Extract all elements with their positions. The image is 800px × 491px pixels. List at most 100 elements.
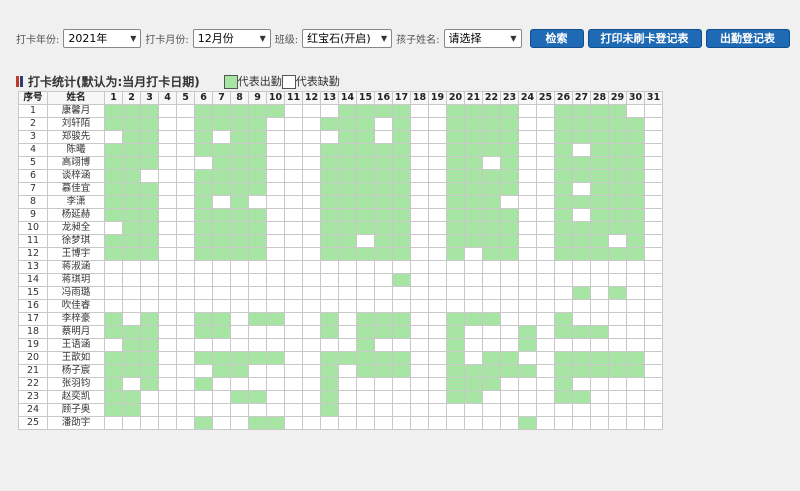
attendance-cell-absent: [572, 273, 591, 287]
attendance-cell-present: [122, 247, 141, 261]
attendance-cell-absent: [284, 143, 303, 157]
attendance-cell-absent: [518, 208, 537, 222]
attendance-cell-present: [122, 221, 141, 235]
attendance-cell-present: [122, 130, 141, 144]
attendance-cell-absent: [266, 221, 285, 235]
attendance-cell-absent: [284, 338, 303, 352]
attendance-cell-absent: [572, 299, 591, 313]
attendance-cell-present: [248, 156, 267, 170]
student-name: 潘劭宇: [47, 416, 105, 430]
attendance-cell-absent: [284, 273, 303, 287]
attendance-register-button[interactable]: 出勤登记表: [705, 28, 790, 48]
student-name: 康馨月: [47, 104, 105, 118]
attendance-cell-absent: [644, 299, 663, 313]
attendance-cell-absent: [608, 390, 627, 404]
row-number: 25: [18, 416, 48, 430]
month-select[interactable]: 12月份 ▼: [192, 28, 271, 48]
attendance-cell-absent: [626, 299, 645, 313]
attendance-cell-present: [104, 403, 123, 417]
attendance-cell-present: [572, 169, 591, 183]
attendance-cell-present: [140, 182, 159, 196]
attendance-cell-absent: [536, 143, 555, 157]
attendance-cell-absent: [446, 403, 465, 417]
attendance-cell-absent: [500, 325, 519, 339]
attendance-cell-present: [122, 325, 141, 339]
attendance-cell-absent: [410, 364, 429, 378]
attendance-cell-present: [230, 182, 249, 196]
table-row: 25 潘劭宇: [18, 416, 663, 430]
attendance-cell-absent: [140, 299, 159, 313]
attendance-cell-present: [392, 117, 411, 131]
attendance-cell-absent: [482, 338, 501, 352]
attendance-cell-absent: [302, 169, 321, 183]
attendance-cell-absent: [500, 338, 519, 352]
day-header: 15: [356, 91, 375, 105]
attendance-cell-present: [320, 312, 339, 326]
attendance-cell-absent: [212, 195, 231, 209]
child-select[interactable]: 请选择 ▼: [443, 28, 522, 48]
attendance-cell-absent: [428, 260, 447, 274]
attendance-cell-absent: [428, 182, 447, 196]
attendance-cell-absent: [482, 156, 501, 170]
attendance-cell-absent: [284, 130, 303, 144]
day-header: 21: [464, 91, 483, 105]
attendance-cell-present: [590, 143, 609, 157]
attendance-cell-absent: [194, 338, 213, 352]
attendance-cell-absent: [284, 286, 303, 300]
attendance-cell-absent: [248, 195, 267, 209]
attendance-cell-present: [464, 130, 483, 144]
attendance-cell-absent: [464, 351, 483, 365]
filter-bar: 打卡年份: 2021年 ▼ 打卡月份: 12月份 ▼ 班级: 红宝石(开启) ▼ 孩子…: [16, 28, 790, 48]
attendance-cell-present: [572, 390, 591, 404]
attendance-cell-absent: [410, 104, 429, 118]
attendance-cell-absent: [176, 286, 195, 300]
search-button[interactable]: 检索: [529, 28, 584, 48]
attendance-cell-present: [482, 377, 501, 391]
attendance-cell-absent: [140, 169, 159, 183]
attendance-cell-present: [104, 182, 123, 196]
attendance-cell-present: [248, 208, 267, 222]
attendance-cell-absent: [410, 156, 429, 170]
attendance-cell-present: [608, 195, 627, 209]
attendance-cell-absent: [284, 260, 303, 274]
year-select[interactable]: 2021年 ▼: [63, 28, 142, 48]
student-name: 谈梓涵: [47, 169, 105, 183]
row-number: 22: [18, 377, 48, 391]
attendance-cell-absent: [104, 221, 123, 235]
attendance-cell-absent: [608, 338, 627, 352]
attendance-cell-present: [590, 104, 609, 118]
attendance-cell-absent: [158, 325, 177, 339]
attendance-cell-present: [212, 247, 231, 261]
day-header: 9: [248, 91, 267, 105]
attendance-cell-absent: [410, 195, 429, 209]
attendance-table: 序号 姓名 1 2 3 4 5 6 7 8 9 10 11 12 13 14 15 16 17 18 19 20 21 2…: [18, 91, 663, 430]
attendance-cell-absent: [482, 286, 501, 300]
class-select[interactable]: 红宝石(开启) ▼: [302, 28, 393, 48]
table-body: 1 康馨月 2 刘轩陌 3 郑骏先 4 陈曦 5 高翊博 6 谈梓涵 7 慕佳宜 8 李潇 9 杨延赫 10 龙昶全 1…: [18, 104, 663, 430]
attendance-cell-absent: [644, 338, 663, 352]
attendance-cell-absent: [158, 117, 177, 131]
attendance-cell-absent: [428, 143, 447, 157]
attendance-cell-present: [248, 247, 267, 261]
attendance-cell-absent: [428, 195, 447, 209]
day-header: 4: [158, 91, 177, 105]
print-unpunched-button[interactable]: 打印未刷卡登记表: [587, 28, 702, 48]
attendance-cell-present: [608, 169, 627, 183]
attendance-cell-absent: [428, 286, 447, 300]
attendance-cell-absent: [446, 299, 465, 313]
attendance-cell-absent: [248, 325, 267, 339]
attendance-cell-absent: [428, 117, 447, 131]
attendance-cell-present: [590, 325, 609, 339]
attendance-cell-absent: [644, 221, 663, 235]
attendance-cell-present: [446, 234, 465, 248]
chevron-down-icon: ▼: [510, 33, 517, 43]
attendance-cell-absent: [374, 390, 393, 404]
attendance-cell-absent: [302, 390, 321, 404]
attendance-cell-absent: [410, 325, 429, 339]
attendance-cell-present: [482, 104, 501, 118]
table-header-row: 序号 姓名 1 2 3 4 5 6 7 8 9 10 11 12 13 14 15 16 17 18 19 20 21 2…: [18, 91, 663, 105]
attendance-cell-present: [122, 195, 141, 209]
attendance-cell-absent: [410, 377, 429, 391]
attendance-cell-absent: [482, 325, 501, 339]
attendance-cell-absent: [302, 273, 321, 287]
